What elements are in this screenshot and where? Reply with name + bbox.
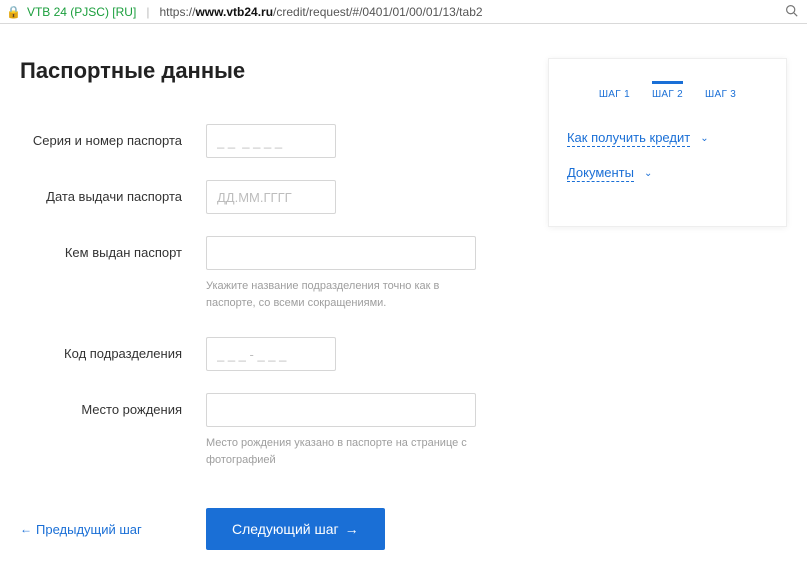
how-to-get-credit-link[interactable]: Как получить кредит ⌄ (567, 130, 768, 147)
page-title: Паспортные данные (20, 58, 518, 84)
label-issue-date: Дата выдачи паспорта (20, 180, 206, 204)
label-passport-series: Серия и номер паспорта (20, 124, 206, 148)
chevron-down-icon: ⌄ (700, 133, 708, 144)
chevron-down-icon: ⌄ (644, 168, 652, 179)
issued-by-input[interactable] (206, 236, 476, 270)
step-tab-2[interactable]: ШАГ 2 (652, 81, 683, 100)
issue-date-input[interactable] (206, 180, 336, 214)
hint-issued-by: Укажите название подразделения точно как… (206, 278, 486, 311)
step-tabs: ШАГ 1 ШАГ 2 ШАГ 3 (567, 81, 768, 100)
address-separator: | (142, 5, 153, 19)
search-icon[interactable] (781, 4, 801, 20)
documents-link[interactable]: Документы ⌄ (567, 165, 768, 182)
url-path: /credit/request/#/0401/01/00/01/13/tab2 (273, 5, 483, 19)
url-prefix: https:// (159, 5, 195, 19)
form-column: Паспортные данные Серия и номер паспорта… (20, 58, 518, 550)
previous-step-label: Предыдущий шаг (36, 522, 142, 537)
step-tab-1[interactable]: ШАГ 1 (599, 81, 630, 100)
label-issued-by: Кем выдан паспорт (20, 236, 206, 260)
row-issue-date: Дата выдачи паспорта (20, 180, 518, 214)
row-dept-code: Код подразделения (20, 337, 518, 371)
form-actions: ← Предыдущий шаг Следующий шаг → (20, 508, 518, 550)
row-birth-place: Место рождения Место рождения указано в … (20, 393, 518, 468)
label-dept-code: Код подразделения (20, 337, 206, 361)
next-step-label: Следующий шаг (232, 521, 339, 537)
url-host: www.vtb24.ru (195, 5, 273, 19)
row-issued-by: Кем выдан паспорт Укажите название подра… (20, 236, 518, 311)
arrow-left-icon: ← (20, 522, 32, 536)
documents-label: Документы (567, 165, 634, 182)
row-passport-series: Серия и номер паспорта (20, 124, 518, 158)
lock-icon: 🔒 (6, 5, 21, 19)
arrow-right-icon: → (345, 521, 359, 537)
how-to-label: Как получить кредит (567, 130, 690, 147)
next-step-button[interactable]: Следующий шаг → (206, 508, 385, 550)
url-display[interactable]: https://www.vtb24.ru/credit/request/#/04… (159, 5, 775, 19)
ssl-cert-name: VTB 24 (PJSC) [RU] (27, 5, 136, 19)
previous-step-link[interactable]: ← Предыдущий шаг (20, 522, 206, 537)
sidebar-column: ШАГ 1 ШАГ 2 ШАГ 3 Как получить кредит ⌄ … (548, 58, 787, 550)
birth-place-input[interactable] (206, 393, 476, 427)
dept-code-input[interactable] (206, 337, 336, 371)
sidebar-card: ШАГ 1 ШАГ 2 ШАГ 3 Как получить кредит ⌄ … (548, 58, 787, 227)
browser-address-bar: 🔒 VTB 24 (PJSC) [RU] | https://www.vtb24… (0, 0, 807, 24)
passport-series-input[interactable] (206, 124, 336, 158)
label-birth-place: Место рождения (20, 393, 206, 417)
step-tab-3[interactable]: ШАГ 3 (705, 81, 736, 100)
hint-birth-place: Место рождения указано в паспорте на стр… (206, 435, 486, 468)
